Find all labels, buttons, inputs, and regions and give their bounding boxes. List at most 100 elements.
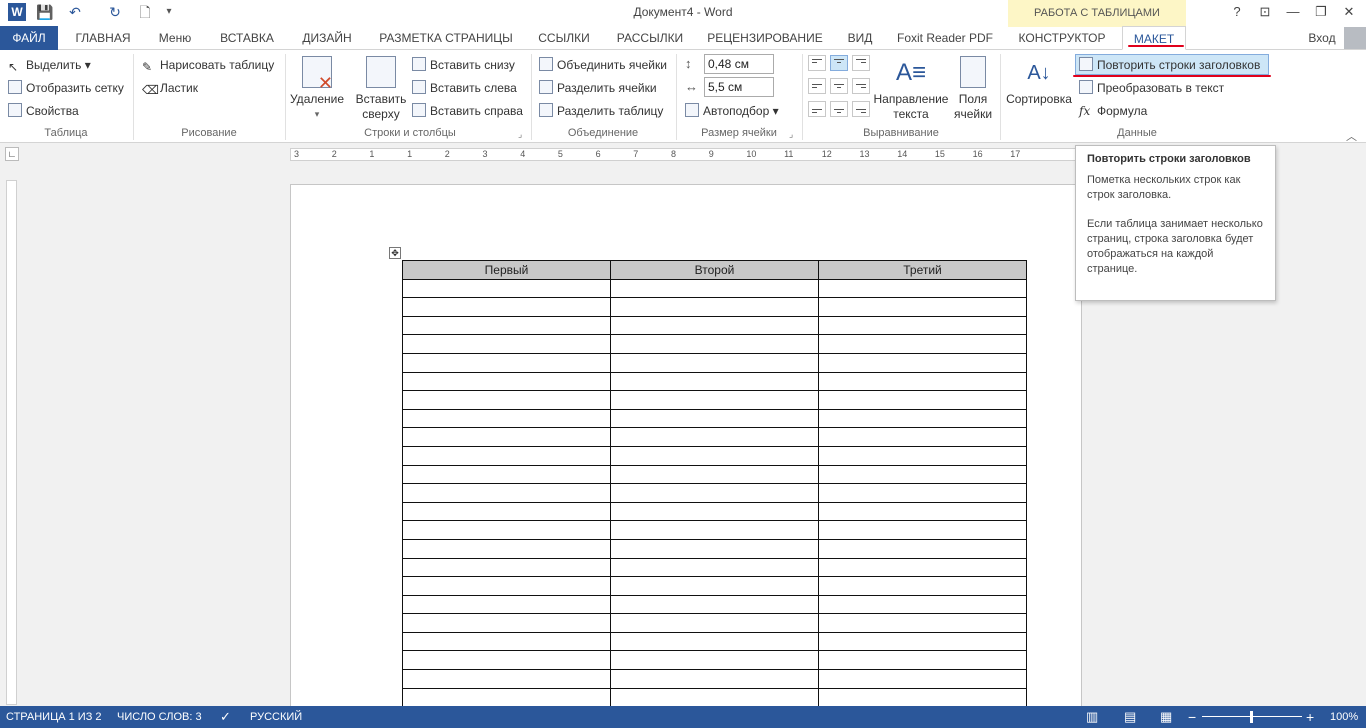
eraser-button[interactable]: ⌫Ластик [142, 78, 198, 98]
view-gridlines-button[interactable]: Отобразить сетку [8, 78, 124, 98]
close-icon[interactable]: ✕ [1336, 3, 1362, 21]
table-cell[interactable] [818, 576, 1027, 596]
merge-cells-button[interactable]: Объединить ячейки [539, 55, 667, 75]
table-cell[interactable] [402, 669, 611, 689]
align-top-right-icon[interactable] [852, 55, 870, 71]
table-cell[interactable] [402, 352, 611, 373]
insert-above-button[interactable]: Вставить сверху [354, 56, 408, 122]
table-cell[interactable] [818, 594, 1027, 615]
table-cell[interactable] [402, 650, 611, 671]
properties-button[interactable]: Свойства [8, 101, 79, 121]
table-cell[interactable] [610, 483, 819, 503]
table-cell[interactable] [818, 650, 1027, 671]
table-cell[interactable] [402, 464, 611, 485]
minimize-icon[interactable]: — [1280, 3, 1306, 21]
read-mode-icon[interactable]: ▥ [1086, 706, 1098, 728]
table-header-cell[interactable]: Третий [818, 260, 1027, 280]
table-cell[interactable] [402, 538, 611, 559]
column-width-input[interactable]: 5,5 см [704, 77, 774, 97]
ribbon-display-options-icon[interactable]: ⊡ [1252, 3, 1278, 21]
document-table[interactable]: Первый Второй Третий [402, 260, 1027, 708]
text-direction-button[interactable]: A≡ Направление текста [872, 56, 950, 122]
table-cell[interactable] [402, 501, 611, 522]
table-cell[interactable] [610, 631, 819, 652]
align-bottom-center-icon[interactable] [830, 101, 848, 117]
table-cell[interactable] [402, 371, 611, 392]
table-cell[interactable] [610, 390, 819, 410]
table-cell[interactable] [818, 315, 1027, 336]
row-height-input[interactable]: 0,48 см [704, 54, 774, 74]
zoom-level[interactable]: 100% [1330, 706, 1358, 728]
zoom-slider-thumb[interactable] [1250, 711, 1253, 723]
table-cell[interactable] [818, 538, 1027, 559]
table-cell[interactable] [402, 297, 611, 317]
repeat-header-rows-button[interactable]: Повторить строки заголовков [1075, 54, 1269, 75]
table-cell[interactable] [818, 520, 1027, 540]
table-cell[interactable] [610, 464, 819, 485]
table-cell[interactable] [818, 278, 1027, 299]
table-cell[interactable] [818, 390, 1027, 410]
page-count-status[interactable]: СТРАНИЦА 1 ИЗ 2 [6, 706, 102, 728]
draw-table-button[interactable]: ✎ Нарисовать таблицу [142, 55, 274, 75]
tab-review[interactable]: РЕЦЕНЗИРОВАНИЕ [702, 26, 828, 50]
table-cell[interactable] [610, 315, 819, 336]
select-button[interactable]: ↖ Выделить ▾ [8, 55, 91, 75]
tab-constructor[interactable]: КОНСТРУКТОР [1010, 26, 1114, 50]
web-layout-icon[interactable]: ▦ [1160, 706, 1172, 728]
dialog-launcher-icon[interactable]: ⌟ [789, 129, 793, 140]
table-cell[interactable] [402, 445, 611, 466]
align-middle-right-icon[interactable] [852, 78, 870, 94]
tab-view[interactable]: ВИД [836, 26, 884, 50]
table-cell[interactable] [402, 278, 611, 299]
table-cell[interactable] [610, 427, 819, 447]
zoom-in-button[interactable]: + [1306, 706, 1314, 728]
table-cell[interactable] [818, 557, 1027, 578]
language-status[interactable]: РУССКИЙ [250, 706, 302, 728]
table-cell[interactable] [610, 520, 819, 540]
table-cell[interactable] [818, 631, 1027, 652]
collapse-ribbon-icon[interactable]: ︿ [1346, 128, 1357, 144]
table-cell[interactable] [402, 408, 611, 429]
insert-below-button[interactable]: Вставить снизу [412, 55, 515, 75]
table-cell[interactable] [610, 297, 819, 317]
table-cell[interactable] [610, 594, 819, 615]
table-cell[interactable] [818, 464, 1027, 485]
insert-left-button[interactable]: Вставить слева [412, 78, 517, 98]
table-cell[interactable] [818, 334, 1027, 354]
sign-in-link[interactable]: Вход [1300, 26, 1344, 50]
dialog-launcher-icon[interactable]: ⌟ [518, 129, 522, 140]
tab-page-layout[interactable]: РАЗМЕТКА СТРАНИЦЫ [370, 26, 522, 50]
table-cell[interactable] [610, 538, 819, 559]
align-top-left-icon[interactable] [808, 55, 826, 71]
table-cell[interactable] [818, 371, 1027, 392]
align-top-center-icon[interactable] [830, 55, 848, 71]
table-cell[interactable] [818, 669, 1027, 689]
table-header-cell[interactable]: Второй [610, 260, 819, 280]
autofit-button[interactable]: Автоподбор ▾ [685, 101, 779, 121]
table-cell[interactable] [610, 669, 819, 689]
tab-home[interactable]: ГЛАВНАЯ [66, 26, 140, 50]
cell-margins-button[interactable]: Поля ячейки [950, 56, 996, 122]
table-cell[interactable] [610, 352, 819, 373]
convert-to-text-button[interactable]: Преобразовать в текст [1079, 78, 1224, 98]
split-table-button[interactable]: Разделить таблицу [539, 101, 663, 121]
table-cell[interactable] [402, 631, 611, 652]
table-cell[interactable] [402, 390, 611, 410]
table-cell[interactable] [610, 445, 819, 466]
tab-file[interactable]: ФАЙЛ [0, 26, 58, 50]
tab-selector-icon[interactable]: ∟ [5, 147, 19, 161]
delete-button[interactable]: ✕ Удаление ▾ [290, 56, 344, 122]
table-cell[interactable] [818, 613, 1027, 633]
split-cells-button[interactable]: Разделить ячейки [539, 78, 657, 98]
table-cell[interactable] [610, 334, 819, 354]
tab-foxit[interactable]: Foxit Reader PDF [892, 26, 998, 50]
vertical-ruler[interactable] [6, 180, 17, 705]
table-cell[interactable] [402, 613, 611, 633]
print-layout-icon[interactable]: ▤ [1124, 706, 1136, 728]
table-cell[interactable] [402, 576, 611, 596]
table-cell[interactable] [818, 352, 1027, 373]
align-bottom-right-icon[interactable] [852, 101, 870, 117]
sort-button[interactable]: A↓ Сортировка [1004, 56, 1074, 107]
help-icon[interactable]: ? [1224, 3, 1250, 21]
align-middle-left-icon[interactable] [808, 78, 826, 94]
